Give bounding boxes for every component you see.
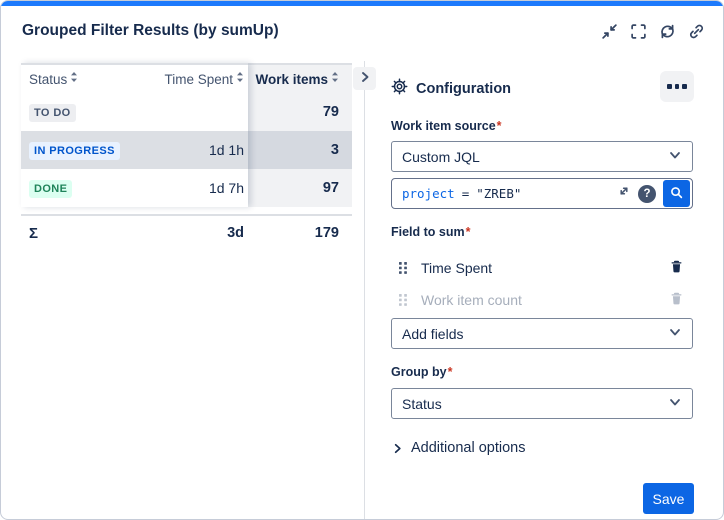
required-asterisk: * bbox=[466, 225, 471, 239]
jql-field-token: project bbox=[402, 186, 455, 201]
refresh-button[interactable] bbox=[658, 24, 676, 42]
chevron-down-icon bbox=[668, 148, 682, 165]
work-items-value: 79 bbox=[248, 93, 352, 131]
panel-divider bbox=[364, 61, 365, 519]
page-title: Grouped Filter Results (by sumUp) bbox=[22, 22, 279, 40]
search-icon bbox=[669, 185, 684, 203]
help-icon[interactable]: ? bbox=[638, 185, 656, 203]
table-row[interactable]: TO DO 79 bbox=[21, 93, 352, 131]
chevron-right-icon bbox=[358, 70, 372, 87]
sort-icon bbox=[331, 70, 339, 88]
jql-operator-token: = bbox=[462, 186, 470, 201]
refresh-icon bbox=[659, 23, 676, 43]
selected-value: Status bbox=[402, 396, 442, 412]
work-item-source-label: Work item source* bbox=[391, 119, 502, 133]
field-to-sum-label: Field to sum* bbox=[391, 225, 471, 239]
sum-field-name: Time Spent bbox=[421, 260, 492, 276]
sort-icon bbox=[236, 70, 244, 88]
chevron-down-icon bbox=[668, 325, 682, 342]
group-by-label: Group by* bbox=[391, 365, 452, 379]
time-spent-value: 1d 1h bbox=[152, 142, 248, 158]
delete-field-button-disabled bbox=[669, 291, 684, 309]
grouped-filter-results-widget: Grouped Filter Results (by sumUp) bbox=[0, 0, 724, 520]
work-items-value: 3 bbox=[248, 131, 352, 169]
drag-handle-icon bbox=[398, 293, 408, 307]
drag-handle-icon[interactable] bbox=[398, 261, 408, 275]
table-footer-row: Σ 3d 179 bbox=[21, 214, 352, 250]
status-badge: IN PROGRESS bbox=[29, 142, 120, 160]
table-row[interactable]: IN PROGRESS 1d 1h 3 bbox=[21, 131, 352, 169]
sum-work-items: 179 bbox=[248, 225, 352, 241]
time-spent-value: 1d 7h bbox=[152, 180, 248, 196]
table-header-row: Status Time Spent Work items bbox=[21, 63, 352, 93]
widget-toolbar bbox=[600, 24, 705, 42]
additional-options-toggle[interactable]: Additional options bbox=[391, 440, 525, 456]
widget-accent-bar bbox=[1, 1, 723, 6]
column-header-label: Time Spent bbox=[164, 72, 233, 87]
configuration-header: Configuration bbox=[391, 78, 511, 100]
work-items-value: 97 bbox=[248, 169, 352, 207]
chevron-right-icon bbox=[391, 442, 404, 455]
delete-field-button[interactable] bbox=[669, 259, 684, 277]
trash-icon bbox=[669, 259, 684, 277]
sort-icon bbox=[70, 70, 78, 88]
fullscreen-button[interactable] bbox=[629, 24, 647, 42]
table-row[interactable]: DONE 1d 7h 97 bbox=[21, 169, 352, 207]
add-fields-placeholder: Add fields bbox=[402, 326, 463, 342]
link-icon bbox=[688, 23, 705, 43]
fullscreen-icon bbox=[630, 23, 647, 43]
link-button[interactable] bbox=[687, 24, 705, 42]
more-options-button[interactable] bbox=[660, 71, 694, 102]
sum-field-name: Work item count bbox=[421, 292, 522, 308]
add-fields-select[interactable]: Add fields bbox=[391, 318, 693, 349]
results-table: Status Time Spent Work items TO DO bbox=[21, 63, 352, 250]
status-badge: TO DO bbox=[29, 104, 76, 122]
ellipsis-icon bbox=[667, 84, 672, 89]
column-header-time-spent[interactable]: Time Spent bbox=[152, 70, 248, 88]
chevron-down-icon bbox=[668, 395, 682, 412]
column-header-label: Status bbox=[29, 72, 67, 87]
jql-input[interactable]: project = "ZREB" ? bbox=[391, 178, 693, 209]
minimize-icon bbox=[601, 23, 618, 43]
sum-field-row-time-spent: Time Spent bbox=[391, 255, 693, 281]
sum-field-row-work-item-count: Work item count bbox=[391, 287, 693, 313]
column-header-status[interactable]: Status bbox=[21, 70, 152, 88]
group-by-select[interactable]: Status bbox=[391, 388, 693, 419]
required-asterisk: * bbox=[448, 365, 453, 379]
save-button[interactable]: Save bbox=[643, 483, 694, 514]
work-item-source-select[interactable]: Custom JQL bbox=[391, 141, 693, 172]
status-badge: DONE bbox=[29, 180, 72, 198]
collapse-panel-button[interactable] bbox=[353, 67, 376, 90]
jql-search-button[interactable] bbox=[663, 180, 690, 207]
trash-icon bbox=[669, 291, 684, 309]
sum-time-spent: 3d bbox=[152, 225, 248, 241]
selected-value: Custom JQL bbox=[402, 149, 480, 165]
sum-sigma: Σ bbox=[21, 225, 152, 242]
additional-options-label: Additional options bbox=[411, 440, 525, 456]
column-header-label: Work items bbox=[255, 72, 328, 87]
configuration-title: Configuration bbox=[416, 81, 511, 97]
column-header-work-items[interactable]: Work items bbox=[248, 65, 352, 93]
expand-editor-icon[interactable] bbox=[617, 184, 631, 203]
required-asterisk: * bbox=[497, 119, 502, 133]
gear-icon bbox=[391, 78, 408, 100]
jql-value-token: "ZREB" bbox=[476, 186, 521, 201]
minimize-button[interactable] bbox=[600, 24, 618, 42]
